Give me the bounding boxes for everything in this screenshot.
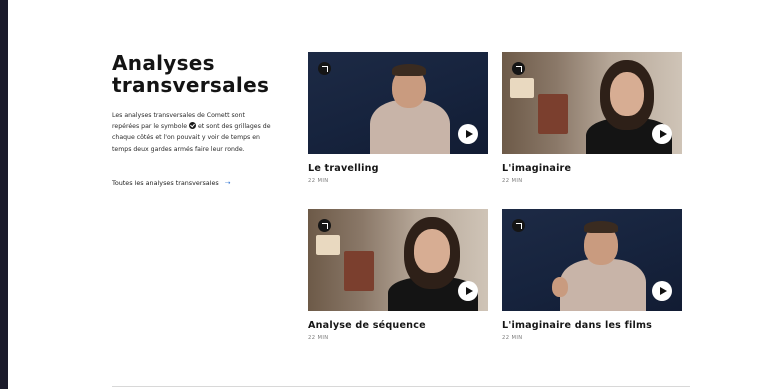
video-title[interactable]: Le travelling: [308, 163, 488, 174]
all-analyses-link-label: Toutes les analyses transversales: [112, 179, 219, 187]
section-description: Les analyses transversales de Comett son…: [112, 110, 272, 155]
video-thumbnail[interactable]: [502, 209, 682, 311]
expand-arrow-icon: [512, 62, 525, 75]
expand-arrow-icon: [318, 62, 331, 75]
video-thumbnail[interactable]: [502, 52, 682, 154]
play-button[interactable]: [458, 124, 478, 144]
play-icon: [659, 286, 667, 295]
video-card[interactable]: L'imaginaire dans les films 22 MIN: [502, 209, 682, 341]
video-card[interactable]: L'imaginaire 22 MIN: [502, 52, 682, 184]
video-thumbnail[interactable]: [308, 52, 488, 154]
video-title[interactable]: Analyse de séquence: [308, 320, 488, 331]
video-duration: 22 MIN: [502, 178, 523, 184]
all-analyses-link[interactable]: Toutes les analyses transversales ➝: [112, 179, 231, 187]
play-button[interactable]: [458, 281, 478, 301]
expand-arrow-icon: [318, 219, 331, 232]
expand-arrow-icon: [512, 219, 525, 232]
play-button[interactable]: [652, 124, 672, 144]
page-content: Analyses transversales Les analyses tran…: [8, 0, 780, 389]
section-intro: Analyses transversales Les analyses tran…: [112, 52, 272, 155]
video-title[interactable]: L'imaginaire dans les films: [502, 320, 682, 331]
play-icon: [465, 129, 473, 138]
section-divider: [112, 386, 690, 387]
video-duration: 22 MIN: [308, 178, 329, 184]
video-card[interactable]: Analyse de séquence 22 MIN: [308, 209, 488, 341]
arrow-right-icon: ➝: [224, 178, 231, 187]
play-icon: [659, 129, 667, 138]
video-duration: 22 MIN: [502, 335, 523, 341]
video-thumbnail[interactable]: [308, 209, 488, 311]
play-button[interactable]: [652, 281, 672, 301]
check-badge-icon: [189, 122, 197, 130]
play-icon: [465, 286, 473, 295]
video-duration: 22 MIN: [308, 335, 329, 341]
video-card[interactable]: Le travelling 22 MIN: [308, 52, 488, 184]
video-title[interactable]: L'imaginaire: [502, 163, 682, 174]
section-title: Analyses transversales: [112, 51, 270, 97]
